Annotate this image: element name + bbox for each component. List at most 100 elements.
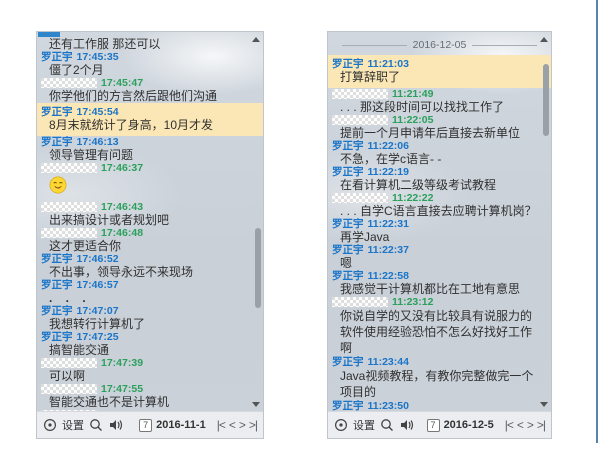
chat-message[interactable]: 在看计算机二级等级考试教程 <box>328 178 551 192</box>
toolbar-left: 设置 7 2016-11-1 |< < > >| <box>37 411 263 438</box>
chat-message[interactable]: 搞智能交通 <box>37 343 263 357</box>
settings-label[interactable]: 设置 <box>62 417 84 433</box>
sender-row[interactable]: 罗正宇17:46:52 <box>37 253 263 265</box>
message-time: 11:22:58 <box>368 270 409 282</box>
speaker-icon[interactable] <box>108 418 124 432</box>
sender-row[interactable]: 罗正宇17:45:54 <box>37 103 263 118</box>
scroll-down-icon[interactable] <box>540 402 548 407</box>
calendar-icon[interactable]: 7 <box>427 419 440 432</box>
scrollbar-thumb[interactable] <box>255 228 261 308</box>
peer-row[interactable]: 17:46:43 <box>37 201 263 213</box>
chat-message[interactable]: 提前一个月申请年后直接去新单位 <box>328 126 551 140</box>
next-page-button[interactable]: > <box>239 419 245 431</box>
peer-row[interactable]: 17:46:48 <box>37 227 263 239</box>
peer-row[interactable]: 11:22:22 <box>328 192 551 204</box>
date-separator: 2016-12-05 <box>328 37 551 55</box>
peer-row[interactable]: 11:23:12 <box>328 296 551 308</box>
chat-message[interactable]: 不急，在学c语言- - <box>328 152 551 166</box>
chat-message-dots[interactable]: . . . <box>37 291 263 305</box>
scroll-up-icon[interactable] <box>252 37 260 42</box>
sender-row[interactable]: 罗正宇11:23:44 <box>328 356 551 368</box>
settings-icon[interactable] <box>334 418 348 432</box>
peer-row[interactable]: 17:47:39 <box>37 357 263 369</box>
chat-message[interactable]: 领导管理有问题 <box>37 148 263 162</box>
last-page-button[interactable]: >| <box>249 419 257 431</box>
message-time: 17:45:47 <box>101 77 143 89</box>
prev-page-button[interactable]: < <box>517 419 523 431</box>
sender-row[interactable]: 罗正宇11:22:31 <box>328 218 551 230</box>
current-date[interactable]: 2016-12-5 <box>444 419 494 431</box>
chat-message[interactable]: 我想转行计算机了 <box>37 317 263 331</box>
scroll-down-icon[interactable] <box>252 402 260 407</box>
message-time: 11:22:22 <box>392 192 433 204</box>
chat-message[interactable]: Java视频教程，有教你完整做完一个项目的 <box>328 368 551 400</box>
sender-row[interactable]: 罗正宇17:45:35 <box>37 51 263 63</box>
toolbar-right: 设置 7 2016-12-5 |< < > >| <box>328 411 551 438</box>
sender-row[interactable]: 罗正宇11:22:06 <box>328 140 551 152</box>
peer-row[interactable]: 17:48:09 <box>37 409 263 411</box>
prev-page-button[interactable]: < <box>229 419 235 431</box>
sender-row[interactable]: 罗正宇11:23:50 <box>328 400 551 411</box>
chat-message[interactable]: 这才更适合你 <box>37 239 263 253</box>
chat-message[interactable]: 8月末就统计了身高，10月才发 <box>37 118 263 136</box>
chat-message[interactable]: 可以啊 <box>37 369 263 383</box>
first-page-button[interactable]: |< <box>217 419 225 431</box>
chat-message[interactable]: 你说自学的又没有比较具有说服力的软件使用经验恐怕不怎么好找好工作啊 <box>328 308 551 356</box>
next-page-button[interactable]: > <box>527 419 533 431</box>
message-time: 17:46:37 <box>101 162 143 174</box>
sender-row[interactable]: 罗正宇11:22:37 <box>328 244 551 256</box>
peer-row[interactable]: 17:46:37 <box>37 162 263 174</box>
chat-message[interactable]: 再学Java <box>328 230 551 244</box>
speaker-icon[interactable] <box>399 418 415 432</box>
peer-row[interactable]: 17:45:47 <box>37 77 263 89</box>
sender-row[interactable]: 罗正宇 17:47:07 <box>37 305 263 317</box>
peer-row[interactable]: 17:47:55 <box>37 383 263 395</box>
censored-name <box>41 78 97 88</box>
chat-message[interactable]: 打算辞职了 <box>328 70 551 88</box>
sender-name: 罗正宇 <box>332 166 364 178</box>
chat-message[interactable]: . . . 自学C语言直接去应聘计算机岗？ <box>328 204 551 218</box>
partial-selection-fragment <box>38 32 60 37</box>
chat-message[interactable]: . . . 那这段时间可以找找工作了 <box>328 100 551 114</box>
first-page-button[interactable]: |< <box>505 419 513 431</box>
date-separator-label: 2016-12-05 <box>413 39 467 51</box>
message-time: 11:23:12 <box>392 296 433 308</box>
scrollbar-thumb[interactable] <box>543 64 549 136</box>
search-icon[interactable] <box>89 418 103 432</box>
chat-message[interactable]: 智能交通也不是计算机 <box>37 395 263 409</box>
censored-name <box>41 410 97 411</box>
sender-row[interactable]: 罗正宇 11:22:19 <box>328 166 551 178</box>
sender-row[interactable]: 罗正宇 11:21:03 <box>328 55 551 70</box>
current-date[interactable]: 2016-11-1 <box>156 419 206 431</box>
sender-row[interactable]: 罗正宇17:47:25 <box>37 331 263 343</box>
censored-name <box>332 115 388 125</box>
emoji-message[interactable] <box>37 174 263 201</box>
chat-message[interactable]: 嗯 <box>328 256 551 270</box>
peer-row[interactable]: 11:21:49 <box>328 88 551 100</box>
last-page-button[interactable]: >| <box>537 419 545 431</box>
chat-message[interactable]: 出来搞设计或者规划吧 <box>37 213 263 227</box>
message-time: 11:22:05 <box>392 114 433 126</box>
sender-row[interactable]: 罗正宇17:46:13 <box>37 136 263 148</box>
chat-message[interactable]: 我感觉干计算机都比在工地有意思 <box>328 282 551 296</box>
peer-row[interactable]: 11:22:05 <box>328 114 551 126</box>
chat-message[interactable]: 僵了2个月 <box>37 63 263 77</box>
settings-label[interactable]: 设置 <box>353 417 375 433</box>
sender-name: 罗正宇 <box>41 51 73 63</box>
chat-message[interactable]: 还有工作服 那还可以 <box>37 37 263 51</box>
message-time: 11:22:19 <box>368 166 409 178</box>
sender-name: 罗正宇 <box>41 305 73 317</box>
sender-row[interactable]: 罗正宇11:22:58 <box>328 270 551 282</box>
sender-row[interactable]: 罗正宇17:46:57 <box>37 279 263 291</box>
message-time: 17:47:07 <box>77 305 119 317</box>
censored-name <box>41 228 97 238</box>
scroll-up-icon[interactable] <box>540 37 548 42</box>
chat-history-panel-left: 还有工作服 那还可以罗正宇17:45:35僵了2个月17:45:47你学他们的方… <box>36 31 264 439</box>
search-icon[interactable] <box>380 418 394 432</box>
calendar-icon[interactable]: 7 <box>139 419 152 432</box>
sender-name: 罗正宇 <box>332 58 364 70</box>
settings-icon[interactable] <box>43 418 57 432</box>
chat-message[interactable]: 不出事，领导永远不来现场 <box>37 265 263 279</box>
message-time: 11:21:03 <box>368 58 409 70</box>
chat-message[interactable]: 你学他们的方言然后跟他们沟通 <box>37 89 263 103</box>
